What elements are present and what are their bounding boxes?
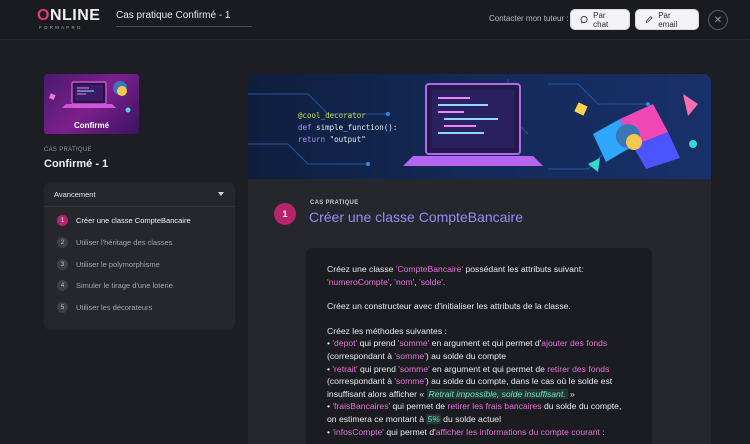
- title-underline: [116, 26, 252, 27]
- method-infos-compte: • 'infosCompte' qui permet d'afficher le…: [327, 426, 605, 437]
- close-button[interactable]: ✕: [708, 10, 728, 30]
- step-item-2[interactable]: 2 Utiliser l'héritage des classes: [57, 237, 172, 248]
- step-label: Simuler le tirage d'une loterie: [76, 281, 173, 290]
- exercise-panel: @cool_decorator def simple_function(): r…: [248, 74, 711, 444]
- online-formapro-logo[interactable]: ONLINE FORMAPRO: [37, 7, 101, 31]
- code-snippet: @cool_decorator def simple_function(): r…: [298, 110, 397, 146]
- course-thumbnail: Confirmé: [44, 74, 139, 134]
- exercise-title: Créer une classe CompteBancaire: [309, 209, 523, 225]
- step-item-4[interactable]: 4 Simuler le tirage d'une loterie: [57, 280, 173, 291]
- exercise-kicker: CAS PRATIQUE: [310, 200, 359, 206]
- exercise-instructions: Créez une classe 'CompteBancaire' posséd…: [306, 248, 652, 444]
- course-title: Cas pratique Confirmé - 1: [116, 10, 231, 21]
- method-frais-bancaires: • 'fraisBancaires' qui permet de retirer…: [327, 401, 622, 424]
- code-return-line: return "output": [298, 135, 366, 144]
- progress-title: Avancement: [54, 190, 96, 199]
- case-title: Confirmé - 1: [44, 158, 109, 170]
- code-banner: @cool_decorator def simple_function(): r…: [248, 74, 711, 179]
- code-def-line: def simple_function():: [298, 123, 398, 132]
- pencil-icon: [645, 16, 653, 23]
- logo-subtitle: FORMAPRO: [39, 25, 83, 30]
- step-item-5[interactable]: 5 Utiliser les décorateurs: [57, 302, 152, 313]
- step-label: Utiliser l'héritage des classes: [76, 238, 173, 247]
- instruction-paragraph-1: Créez une classe 'CompteBancaire' posséd…: [327, 264, 584, 287]
- step-label: Créer une classe CompteBancaire: [76, 216, 191, 225]
- close-icon: ✕: [713, 14, 723, 26]
- email-button-label: Par email: [658, 10, 678, 29]
- logo-wordmark: ONLINE: [37, 7, 101, 24]
- contact-tutor-label: Contacter mon tuteur :: [489, 14, 569, 23]
- step-label: Utiliser le polymorphisme: [76, 260, 160, 269]
- methods-intro: Créez les méthodes suivantes :: [327, 325, 447, 336]
- step-number: 2: [57, 237, 68, 248]
- method-retrait: • 'retrait' qui prend 'somme' en argumen…: [327, 363, 613, 399]
- thumbnail-label: Confirmé: [73, 121, 110, 130]
- top-bar: ONLINE FORMAPRO Cas pratique Confirmé - …: [0, 0, 750, 40]
- chat-button[interactable]: Par chat: [570, 9, 630, 30]
- step-number: 3: [57, 259, 68, 270]
- exercise-number-badge: 1: [274, 203, 296, 225]
- case-kicker: CAS PRATIQUE: [44, 147, 92, 153]
- step-number: 4: [57, 280, 68, 291]
- step-number: 5: [57, 302, 68, 313]
- progress-panel: Avancement 1 Créer une classe CompteBanc…: [44, 182, 235, 330]
- progress-header[interactable]: Avancement: [44, 182, 235, 207]
- code-decorator-line: @cool_decorator: [298, 111, 366, 120]
- chat-icon: [580, 16, 588, 24]
- step-item-1[interactable]: 1 Créer une classe CompteBancaire: [57, 215, 191, 226]
- method-depot: • 'depot' qui prend 'somme' en argument …: [327, 338, 608, 361]
- chat-button-label: Par chat: [593, 10, 609, 29]
- email-button[interactable]: Par email: [635, 9, 699, 30]
- caret-down-icon: [218, 192, 224, 196]
- step-label: Utiliser les décorateurs: [76, 303, 153, 312]
- step-item-3[interactable]: 3 Utiliser le polymorphisme: [57, 259, 160, 270]
- instruction-paragraph-2: Créez un constructeur avec d'initialiser…: [327, 301, 571, 312]
- step-number: 1: [57, 215, 68, 226]
